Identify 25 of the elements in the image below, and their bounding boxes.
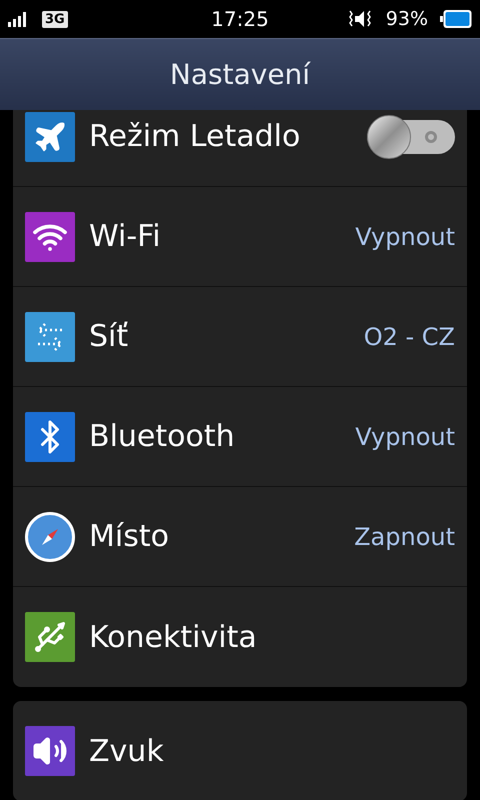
row-label: Režim Letadlo [89, 118, 300, 156]
row-label: Konektivita [89, 618, 257, 656]
settings-row[interactable]: Síť O2 - CZ [13, 287, 467, 387]
row-label: Místo [89, 518, 169, 556]
toggle-switch[interactable] [367, 114, 455, 158]
row-label: Wi-Fi [89, 218, 161, 256]
row-value: Zapnout [354, 522, 455, 552]
row-label: Síť [89, 318, 128, 356]
row-value: Vypnout [355, 422, 455, 452]
row-value: O2 - CZ [364, 322, 455, 352]
row-value: Vypnout [355, 222, 455, 252]
settings-row[interactable]: Bluetooth Vypnout [13, 387, 467, 487]
settings-row[interactable]: Wi-Fi Vypnout [13, 187, 467, 287]
battery-text: 93% [386, 6, 428, 32]
usb-icon [32, 619, 68, 655]
clock-text: 17:25 [211, 6, 269, 33]
row-label: Zvuk [89, 732, 164, 770]
settings-row[interactable]: Místo Zapnout [13, 487, 467, 587]
network-badge: 3G [42, 10, 68, 28]
settings-row[interactable]: Režim Letadlo [13, 110, 467, 187]
header-title: Nastavení [170, 56, 310, 92]
settings-row[interactable]: Zvuk [13, 701, 467, 800]
battery-icon [440, 9, 472, 29]
settings-row[interactable]: Konektivita [13, 587, 467, 687]
row-label: Bluetooth [89, 418, 235, 456]
